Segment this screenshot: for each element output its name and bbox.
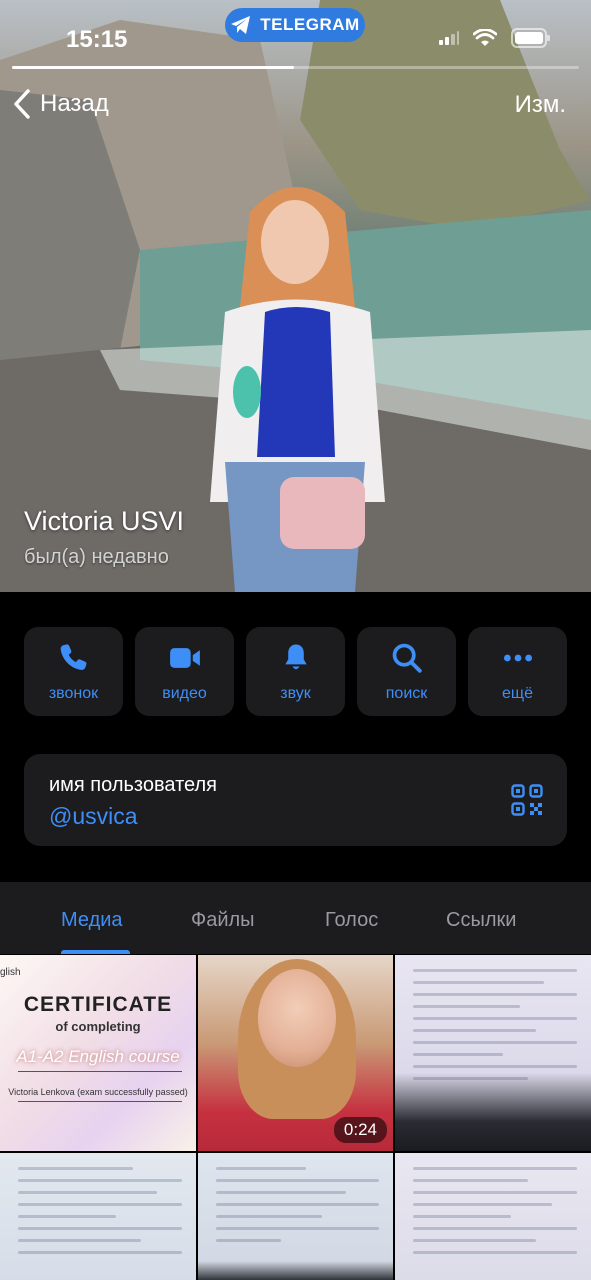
more-label: ещё: [502, 684, 533, 702]
status-time: 15:15: [66, 26, 128, 53]
username-card[interactable]: имя пользователя @usvica: [24, 754, 567, 846]
more-dots-icon: [503, 654, 532, 661]
video-label: видео: [162, 684, 207, 702]
certificate-recipient: Victoria Lenkova (exam successfully pass…: [8, 1087, 188, 1097]
video-duration: 0:24: [333, 1117, 387, 1143]
certificate-title: CERTIFICATE: [23, 993, 173, 1016]
active-tab-indicator: [61, 950, 130, 954]
document-lines: [216, 1167, 379, 1251]
wifi-icon: [473, 29, 497, 46]
search-icon: [392, 643, 422, 673]
profile-last-seen: был(а) недавно: [24, 546, 169, 568]
media-screenshot-thumbnail[interactable]: [395, 955, 591, 1151]
telegram-pill[interactable]: TELEGRAM: [225, 8, 365, 42]
story-progress-fill: [12, 66, 294, 69]
document-lines: [18, 1167, 182, 1263]
back-label: Назад: [40, 90, 109, 117]
search-label: поиск: [385, 684, 428, 702]
phone-icon: [60, 643, 86, 670]
media-grid: glish CERTIFICATE of completing A1-A2 En…: [0, 955, 591, 1280]
certificate-rule: [18, 1101, 182, 1102]
certificate-rule: [18, 1071, 182, 1072]
bell-icon: [284, 644, 307, 669]
sound-button[interactable]: звук: [246, 627, 345, 716]
username-label: имя пользователя: [49, 774, 217, 796]
telegram-pill-label: TELEGRAM: [260, 15, 360, 34]
signal-icon: [439, 31, 459, 45]
media-video-thumbnail[interactable]: 0:24: [198, 955, 393, 1151]
call-label: звонок: [48, 684, 99, 702]
sound-label: звук: [280, 684, 311, 702]
battery-icon: [511, 28, 550, 48]
document-lines: [413, 969, 577, 1089]
status-indicators: [439, 28, 551, 48]
profile-name: Victoria USVI: [24, 506, 185, 536]
certificate-corner-text: glish: [0, 967, 21, 978]
profile-person-figure: [195, 172, 395, 592]
more-button[interactable]: ещё: [468, 627, 567, 716]
qr-code-icon[interactable]: [511, 784, 543, 816]
video-camera-icon: [169, 647, 200, 668]
document-lines: [413, 1167, 577, 1263]
search-button[interactable]: поиск: [357, 627, 456, 716]
media-certificate-thumbnail[interactable]: glish CERTIFICATE of completing A1-A2 En…: [0, 955, 196, 1151]
edit-button[interactable]: Изм.: [515, 91, 566, 119]
certificate-subtitle: of completing: [55, 1019, 141, 1034]
chevron-left-icon: [14, 89, 30, 119]
tab-links[interactable]: Ссылки: [446, 909, 516, 932]
video-person-face: [258, 969, 336, 1067]
media-screenshot-thumbnail[interactable]: [395, 1153, 591, 1280]
telegram-plane-icon: [231, 16, 251, 34]
action-buttons-row: звонок видео звук поиск ещё: [24, 627, 567, 716]
tab-files[interactable]: Файлы: [191, 909, 255, 932]
video-call-button[interactable]: видео: [135, 627, 234, 716]
tab-voice[interactable]: Голос: [325, 909, 378, 932]
media-screenshot-thumbnail[interactable]: [198, 1153, 393, 1280]
back-button[interactable]: Назад: [12, 88, 109, 120]
certificate-course: A1-A2 English course: [16, 1047, 180, 1066]
tab-media[interactable]: Медиа: [61, 909, 123, 932]
username-value[interactable]: @usvica: [49, 803, 138, 830]
media-tabs: Медиа Файлы Голос Ссылки: [0, 882, 591, 954]
call-button[interactable]: звонок: [24, 627, 123, 716]
media-screenshot-thumbnail[interactable]: [0, 1153, 196, 1280]
